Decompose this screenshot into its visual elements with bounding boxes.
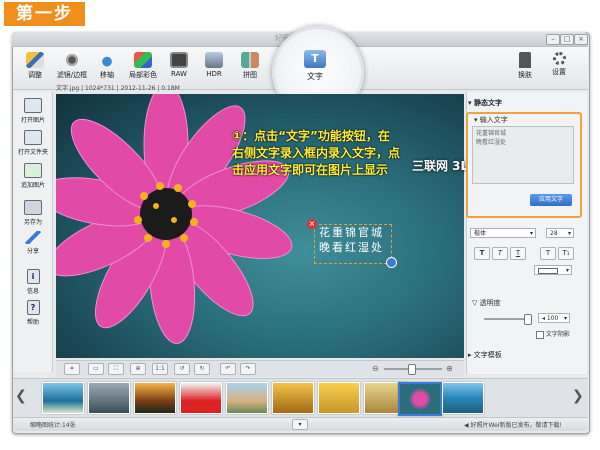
input-text-label: ▾ 输入文字 [474, 116, 508, 124]
add-image-icon [24, 163, 42, 178]
font-size-select[interactable]: 28 ▾ [546, 228, 574, 238]
thumbnail-selected[interactable] [398, 382, 442, 416]
pencil-icon [26, 52, 44, 68]
open-image-icon [24, 98, 42, 113]
chevron-down-icon: ▾ [565, 267, 569, 274]
minimize-button[interactable]: – [546, 34, 560, 45]
font-select[interactable]: 楷体 ▾ [470, 228, 536, 238]
drop-icon [98, 52, 116, 68]
update-notice[interactable]: ◀ 好照片Wei新版已发布，敬请下载! [464, 420, 562, 429]
chevron-down-icon: ▾ [563, 315, 567, 322]
tool-tilt-shift[interactable]: 移轴 [90, 50, 124, 86]
folder-icon [24, 130, 42, 145]
shirt-icon [519, 52, 531, 68]
gear-icon [552, 52, 566, 65]
shadow-checkbox[interactable] [536, 330, 544, 339]
opacity-value[interactable]: ◂ 100 ▾ [538, 313, 570, 323]
overlay-line-1: 花重锦官城 [319, 226, 384, 239]
collage-icon [241, 52, 259, 68]
bold-button[interactable]: T [474, 247, 490, 260]
tool-skin[interactable]: 换肤 [508, 50, 542, 86]
color-brush-icon [134, 52, 152, 68]
rotate-right-icon[interactable]: ↻ [194, 363, 210, 375]
tool-raw[interactable]: RAW [162, 50, 196, 86]
thumbnail[interactable] [226, 382, 268, 414]
zoom-slider-handle[interactable] [408, 364, 416, 375]
apply-text-button[interactable]: 应用文字 [530, 194, 572, 206]
overlay-line-2: 晚看红湿处 [319, 241, 384, 254]
tool-settings[interactable]: 设置 [542, 50, 576, 86]
tool-collage[interactable]: 拼图 [233, 50, 267, 86]
chevron-down-icon: ▾ [567, 230, 571, 237]
opacity-slider-handle[interactable] [524, 314, 532, 325]
sidebar-item-open-image[interactable]: 打开图片 [14, 98, 52, 124]
thumbnail-count: 缩略图统计:14张 [30, 422, 76, 429]
fit-icon[interactable]: ▭ [88, 363, 104, 375]
step-badge: 第一步 [4, 2, 85, 26]
thumbnail[interactable] [272, 382, 314, 414]
opacity-icon: ▽ [472, 299, 480, 307]
color-swatch [538, 267, 558, 274]
zoom-in-icon[interactable]: ⊕ [446, 364, 453, 373]
center-icon[interactable]: ⊕ [130, 363, 146, 375]
tool-filter[interactable]: 滤镜/边框 [55, 50, 89, 86]
thumbnail[interactable] [180, 382, 222, 414]
help-icon: ? [26, 300, 40, 315]
tool-local-color[interactable]: 局部彩色 [126, 50, 160, 86]
color-select[interactable]: ▾ [534, 265, 572, 275]
tool-hdr[interactable]: HDR [197, 50, 231, 86]
rotate-left-icon[interactable]: ↺ [174, 363, 190, 375]
share-icon [25, 231, 41, 244]
text-input-area[interactable]: 花重锦官城 晚看红湿处 [472, 126, 574, 184]
redo-icon[interactable]: ↷ [240, 363, 256, 375]
text-template-header[interactable]: ▸ 文字模板 [468, 350, 502, 360]
actual-size-button[interactable]: 1:1 [152, 363, 168, 375]
raw-icon [170, 52, 188, 68]
sidebar-item-help[interactable]: ? 帮助 [14, 300, 52, 326]
underline-button[interactable]: T [510, 247, 526, 260]
sidebar-item-save-as[interactable]: 另存为 [14, 200, 52, 226]
thumbnail[interactable] [442, 382, 484, 414]
toggle-filmstrip-icon[interactable]: ▾ [292, 419, 308, 430]
filter-icon [63, 52, 81, 68]
zoom-out-icon[interactable]: ⊖ [372, 364, 379, 373]
sidebar-item-info[interactable]: i 信息 [14, 269, 52, 295]
text-icon: T [304, 50, 326, 68]
maximize-button[interactable]: □ [560, 34, 574, 45]
thumbnail[interactable] [318, 382, 360, 414]
save-icon [24, 200, 42, 215]
info-icon: i [26, 269, 40, 284]
undo-icon[interactable]: ↶ [220, 363, 236, 375]
subscript-button[interactable]: T₁ [558, 247, 574, 260]
filmstrip-prev-icon[interactable]: ❮ [15, 386, 27, 406]
sidebar-item-open-folder[interactable]: 打开文件夹 [14, 130, 52, 156]
thumbnail[interactable] [134, 382, 176, 414]
file-info: 文字.jpg | 1024*731 | 2012-11-26 | 0.18M [56, 85, 180, 92]
opacity-label: ▽ 透明度 [472, 299, 501, 307]
sidebar-item-add-image[interactable]: 追加图片 [14, 163, 52, 189]
rotate-handle-icon[interactable] [386, 257, 397, 268]
text-overlay-box[interactable]: 花重锦官城 晚看红湿处 [314, 224, 392, 264]
sidebar-item-share[interactable]: 分享 [14, 231, 52, 255]
thumbnail[interactable] [42, 382, 84, 414]
crop-icon[interactable]: ⌗ [64, 363, 80, 375]
delete-text-icon[interactable]: × [307, 219, 317, 229]
close-button[interactable]: × [574, 34, 588, 45]
static-text-header[interactable]: ▾ 静态文字 [468, 98, 502, 108]
tool-adjust[interactable]: 调整 [18, 50, 52, 86]
text-style-button[interactable]: T [540, 247, 556, 260]
thumbnail[interactable] [88, 382, 130, 414]
hdr-icon [205, 52, 223, 68]
chevron-down-icon: ▾ [529, 230, 533, 237]
filmstrip-next-icon[interactable]: ❯ [572, 386, 584, 406]
text-shadow-option[interactable]: 文字阴影 [536, 329, 570, 339]
italic-button[interactable]: T [492, 247, 508, 260]
fullscreen-icon[interactable]: ⛶ [108, 363, 124, 375]
